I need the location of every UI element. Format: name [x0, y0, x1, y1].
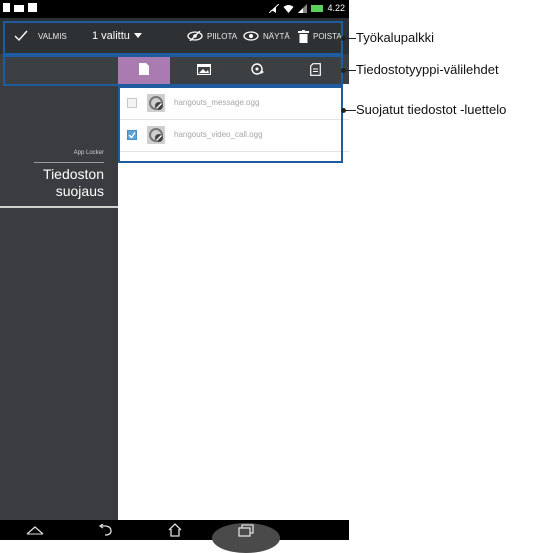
callout-line	[344, 110, 356, 111]
callout-line	[344, 38, 356, 39]
signal-icon	[298, 3, 308, 13]
file-protection-menu-item[interactable]: Tiedoston suojaus	[43, 166, 104, 200]
status-time: 4.22	[327, 3, 345, 13]
bag-icon	[28, 3, 37, 12]
list-highlight	[118, 86, 343, 163]
navigation-bar	[0, 520, 349, 553]
recent-apps-icon	[238, 523, 254, 537]
status-bar: 4.22	[0, 0, 349, 18]
left-pane: App Locker Tiedoston suojaus	[0, 84, 118, 520]
tabs-callout: Tiedostotyyppi-välilehdet	[356, 62, 499, 77]
toolbar-highlight	[3, 21, 343, 55]
no-sound-icon	[269, 3, 280, 13]
section-title-line2: suojaus	[55, 183, 104, 199]
home-button[interactable]	[160, 520, 190, 540]
battery-icon	[311, 5, 324, 12]
tabs-highlight	[3, 55, 343, 86]
back-button[interactable]	[90, 520, 120, 540]
callout-line	[344, 70, 356, 71]
recent-apps-button[interactable]	[231, 520, 261, 540]
mail-icon	[14, 4, 24, 12]
divider	[34, 162, 104, 163]
home-icon	[168, 523, 182, 537]
section-title-line1: Tiedoston	[43, 166, 104, 182]
wifi-icon	[283, 4, 294, 13]
list-callout: Suojatut tiedostot -luettelo	[356, 102, 507, 117]
collapse-button[interactable]	[20, 520, 50, 540]
document-icon	[3, 3, 10, 12]
toolbar-callout: Työkalupalkki	[356, 30, 435, 45]
back-arrow-icon	[98, 524, 112, 536]
app-locker-label: App Locker	[73, 150, 104, 156]
selected-indicator	[0, 206, 118, 208]
chevron-up-icon	[26, 526, 44, 535]
